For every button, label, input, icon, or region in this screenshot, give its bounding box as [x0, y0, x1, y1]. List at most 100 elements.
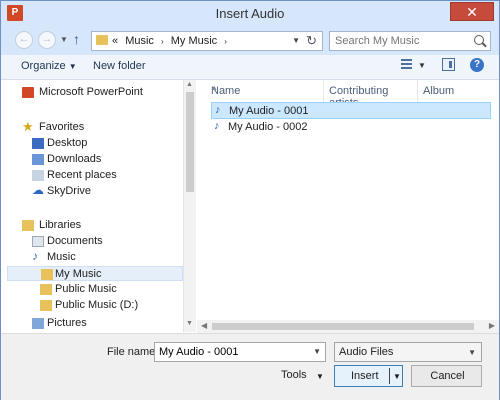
- file-type-value: Audio Files: [339, 346, 394, 358]
- nav-item-recent-places[interactable]: Recent places: [1, 168, 183, 183]
- forward-arrow-icon: →: [41, 33, 53, 45]
- nav-item-label: Music: [47, 251, 76, 263]
- scroll-right-icon[interactable]: ▶: [489, 321, 495, 330]
- breadcrumb-my-music[interactable]: My Music: [171, 35, 217, 47]
- nav-item-label: Public Music (D:): [55, 299, 139, 311]
- nav-header-favorites[interactable]: ★ Favorites: [1, 119, 183, 135]
- nav-item-desktop[interactable]: Desktop: [1, 136, 183, 151]
- search-box[interactable]: [329, 31, 491, 51]
- music-folder-icon: [41, 269, 53, 280]
- nav-item-documents[interactable]: Documents: [1, 234, 183, 249]
- breadcrumb-chevron-icon[interactable]: ›: [224, 37, 227, 46]
- navigation-scrollbar[interactable]: ▲ ▼: [183, 80, 196, 332]
- library-folder-icon: [96, 35, 108, 45]
- file-name-field[interactable]: ▼: [154, 342, 326, 362]
- up-folder-button[interactable]: ↑: [73, 31, 80, 47]
- column-header-album[interactable]: Album: [419, 80, 497, 102]
- address-bar-area: ← → ▼ ↑ « Music › My Music › ▼ ↻: [1, 25, 499, 55]
- nav-item-label: Documents: [47, 235, 103, 247]
- scroll-up-icon[interactable]: ▲: [186, 81, 193, 88]
- organize-button[interactable]: Organize ▼: [21, 60, 77, 72]
- nav-header-libraries[interactable]: Libraries: [1, 218, 183, 233]
- close-icon: ✕: [466, 4, 478, 20]
- nav-item-powerpoint[interactable]: Microsoft PowerPoint: [1, 85, 183, 100]
- documents-icon: [32, 236, 44, 247]
- insert-options-dropdown-icon[interactable]: ▼: [393, 372, 401, 381]
- nav-header-label: Libraries: [39, 219, 82, 231]
- column-header-name[interactable]: Name ▲: [207, 80, 324, 102]
- back-arrow-icon: ←: [18, 33, 30, 45]
- desktop-icon: [32, 138, 44, 149]
- scroll-thumb[interactable]: [186, 92, 194, 192]
- refresh-icon[interactable]: ↻: [306, 33, 317, 49]
- help-button[interactable]: ?: [470, 58, 484, 72]
- downloads-icon: [32, 154, 44, 165]
- forward-button[interactable]: →: [38, 31, 56, 49]
- cancel-button[interactable]: Cancel: [411, 365, 482, 387]
- music-folder-icon: [40, 284, 52, 295]
- nav-item-label: Desktop: [47, 137, 88, 149]
- breadcrumb-overflow[interactable]: «: [112, 35, 118, 47]
- nav-header-label: Favorites: [39, 121, 85, 133]
- nav-item-label: Downloads: [47, 153, 102, 165]
- chevron-down-icon: ▼: [68, 62, 77, 71]
- file-list-horizontal-scrollbar[interactable]: ◀ ▶: [197, 320, 499, 333]
- search-input[interactable]: [330, 32, 470, 50]
- back-button[interactable]: ←: [15, 31, 33, 49]
- libraries-icon: [22, 220, 34, 231]
- file-name-input[interactable]: [155, 343, 309, 361]
- sort-ascending-icon: ▲: [211, 85, 218, 92]
- scroll-thumb[interactable]: [212, 323, 474, 330]
- nav-item-label: Microsoft PowerPoint: [39, 86, 143, 98]
- new-folder-button[interactable]: New folder: [93, 60, 146, 72]
- chevron-down-icon[interactable]: ▼: [313, 347, 321, 356]
- nav-item-label: SkyDrive: [47, 185, 92, 197]
- search-icon[interactable]: [474, 35, 484, 45]
- nav-item-my-music[interactable]: My Music: [7, 266, 183, 281]
- preview-pane-button[interactable]: [442, 58, 455, 71]
- insert-button[interactable]: Insert ▼: [334, 365, 403, 387]
- title-bar: P Insert Audio ✕: [1, 1, 499, 25]
- nav-item-public-music-d[interactable]: Public Music (D:): [1, 298, 183, 313]
- view-dropdown[interactable]: ▼: [418, 61, 426, 70]
- file-type-select[interactable]: Audio Files ▼: [334, 342, 482, 362]
- audio-file-icon: ♪: [215, 104, 221, 116]
- insert-label: Insert: [351, 370, 379, 382]
- close-button[interactable]: ✕: [450, 2, 494, 21]
- help-icon: ?: [473, 59, 481, 70]
- recent-locations-dropdown[interactable]: ▼: [60, 35, 68, 44]
- column-header-contributing-artists[interactable]: Contributing artists: [325, 80, 418, 109]
- window-title: Insert Audio: [215, 6, 285, 21]
- nav-item-label: Recent places: [47, 169, 117, 181]
- nav-item-music[interactable]: ♪ Music: [1, 249, 183, 265]
- nav-item-downloads[interactable]: Downloads: [1, 152, 183, 167]
- organize-label: Organize: [21, 60, 66, 72]
- file-row[interactable]: ♪ My Audio - 0001: [211, 102, 491, 119]
- tools-button[interactable]: Tools: [281, 369, 307, 381]
- address-box[interactable]: « Music › My Music › ▼ ↻: [91, 31, 323, 51]
- view-options-icon[interactable]: [401, 59, 412, 70]
- pictures-icon: [32, 318, 44, 329]
- music-folder-icon: [40, 300, 52, 311]
- file-list: Name ▲ Contributing artists Album ♪ My A…: [197, 80, 499, 332]
- scroll-left-icon[interactable]: ◀: [201, 321, 207, 330]
- scroll-down-icon[interactable]: ▼: [186, 320, 193, 327]
- star-icon: ★: [22, 119, 34, 134]
- insert-audio-dialog: P Insert Audio ✕ ← → ▼ ↑ « Music › My Mu…: [0, 0, 500, 400]
- address-history-dropdown[interactable]: ▼: [292, 36, 300, 45]
- chevron-down-icon: ▼: [468, 348, 476, 357]
- breadcrumb-music[interactable]: Music: [125, 35, 154, 47]
- music-note-icon: ♪: [32, 249, 38, 263]
- breadcrumb-chevron-icon[interactable]: ›: [161, 37, 164, 46]
- file-name-label: File name:: [107, 346, 159, 358]
- nav-item-skydrive[interactable]: ☁ SkyDrive: [1, 183, 183, 199]
- cancel-label: Cancel: [430, 370, 465, 382]
- up-arrow-icon: ↑: [73, 31, 80, 47]
- nav-item-public-music[interactable]: Public Music: [1, 282, 183, 297]
- file-name: My Audio - 0001: [229, 105, 309, 117]
- column-label: Album: [423, 85, 455, 97]
- tools-dropdown-icon[interactable]: ▼: [316, 372, 324, 381]
- nav-item-label: Public Music: [55, 283, 117, 295]
- file-row[interactable]: ♪ My Audio - 0002: [211, 119, 491, 136]
- nav-item-pictures[interactable]: Pictures: [1, 316, 183, 331]
